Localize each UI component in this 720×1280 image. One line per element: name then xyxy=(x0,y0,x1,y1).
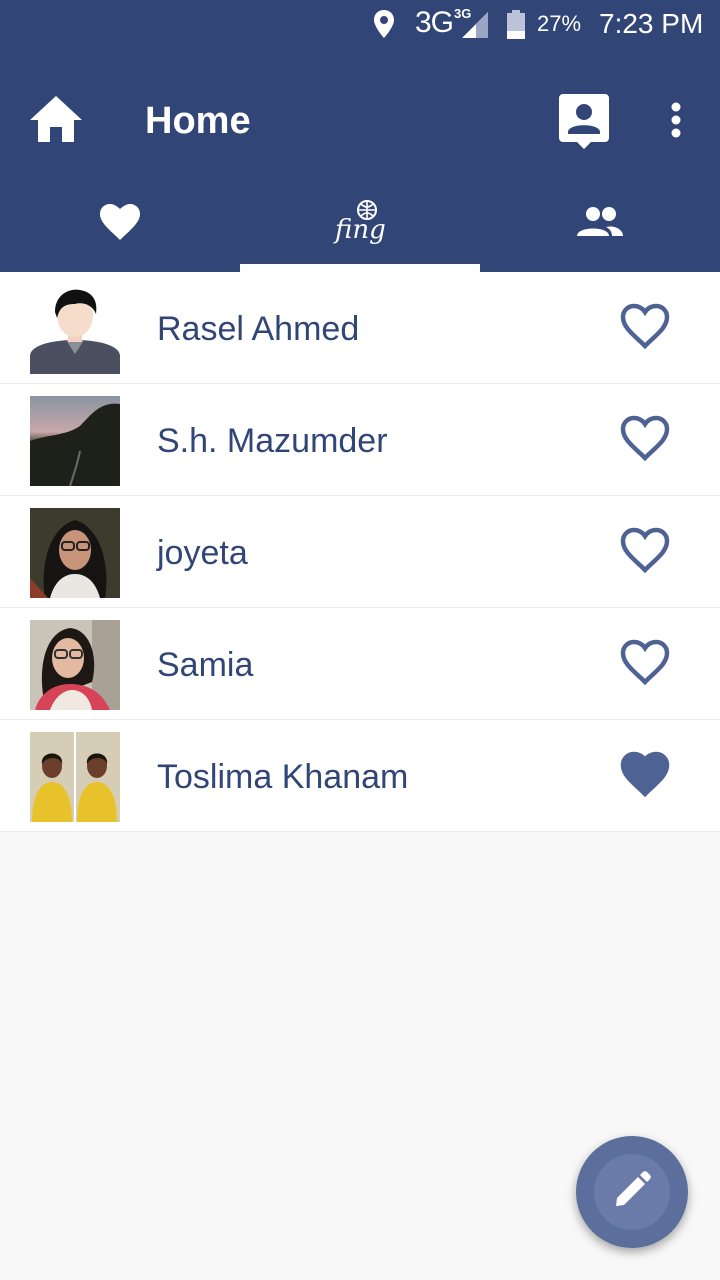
contact-name: joyeta xyxy=(157,534,248,572)
contact-name: Samia xyxy=(157,646,254,684)
avatar xyxy=(30,620,120,710)
more-vert-icon[interactable] xyxy=(668,102,684,147)
list-item[interactable]: Toslima Khanam xyxy=(0,720,720,832)
network-type: 3G xyxy=(415,6,454,39)
list-item[interactable]: S.h. Mazumder xyxy=(0,384,720,496)
clock: 7:23 PM xyxy=(599,8,704,39)
svg-text:fing: fing xyxy=(333,215,386,245)
list-item[interactable]: joyeta xyxy=(0,496,720,608)
location-icon xyxy=(372,9,396,44)
contact-name: S.h. Mazumder xyxy=(157,422,388,460)
contact-name: Rasel Ahmed xyxy=(157,310,360,348)
battery-icon xyxy=(506,10,526,45)
heart-icon xyxy=(99,203,141,246)
favorite-heart-icon[interactable] xyxy=(618,302,672,355)
favorite-heart-icon[interactable] xyxy=(618,750,672,803)
contact-name: Toslima Khanam xyxy=(157,758,409,796)
avatar xyxy=(30,508,120,598)
favorite-heart-icon[interactable] xyxy=(618,526,672,579)
contact-icon[interactable] xyxy=(557,92,611,155)
avatar xyxy=(30,732,120,822)
favorite-heart-icon[interactable] xyxy=(618,638,672,691)
list-item[interactable]: Rasel Ahmed xyxy=(0,272,720,384)
avatar xyxy=(30,284,120,374)
signal-icon xyxy=(460,11,490,44)
pencil-icon xyxy=(612,1170,652,1215)
fab-inner xyxy=(594,1154,670,1230)
fing-logo-icon: fing xyxy=(333,198,387,251)
tab-bar: fing xyxy=(0,176,720,272)
compose-fab-button[interactable] xyxy=(576,1136,688,1248)
contact-list: Rasel Ahmed S.h. Mazumder joyeta Samia T… xyxy=(0,272,720,832)
avatar xyxy=(30,396,120,486)
tab-indicator xyxy=(240,264,480,272)
tab-people[interactable] xyxy=(480,176,720,272)
people-icon xyxy=(576,206,624,243)
page-title: Home xyxy=(145,100,251,142)
list-item[interactable]: Samia xyxy=(0,608,720,720)
app-bar: 3G 3G 27% 7:23 PM Home fing xyxy=(0,0,720,272)
tab-fing[interactable]: fing xyxy=(240,176,480,272)
favorite-heart-icon[interactable] xyxy=(618,414,672,467)
tab-favorites[interactable] xyxy=(0,176,240,272)
battery-percentage: 27% xyxy=(537,11,582,36)
toolbar: Home xyxy=(0,70,720,174)
home-icon[interactable] xyxy=(28,94,84,149)
status-bar: 3G 3G 27% 7:23 PM xyxy=(0,0,720,50)
